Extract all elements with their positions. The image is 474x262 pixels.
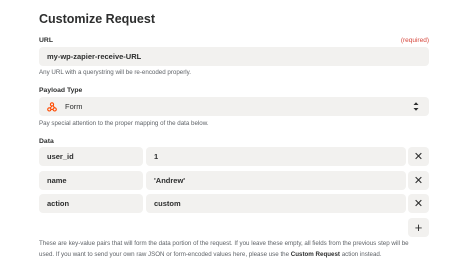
data-value-text: custom xyxy=(154,199,181,208)
data-value-text: 'Andrew' xyxy=(154,176,186,185)
data-help-line-1: These are key-value pairs that will form… xyxy=(39,240,409,247)
url-input-value: my-wp-zapier-receive-URL xyxy=(47,52,142,61)
data-key-input[interactable]: action xyxy=(39,194,143,213)
data-help-line-2-prefix: used. If you want to send your own raw J… xyxy=(39,251,290,258)
page-title: Customize Request xyxy=(39,12,155,26)
plus-icon: + xyxy=(414,220,423,235)
data-key-value: action xyxy=(47,199,70,208)
close-icon: ✕ xyxy=(413,151,424,163)
data-key-value: user_id xyxy=(47,152,74,161)
payload-type-help-text: Pay special attention to the proper mapp… xyxy=(39,120,209,127)
url-help-text: Any URL with a querystring will be re-en… xyxy=(39,69,192,76)
url-label: URL xyxy=(39,37,53,44)
close-icon: ✕ xyxy=(413,198,424,210)
data-value-input[interactable]: 'Andrew' xyxy=(146,171,406,190)
close-icon: ✕ xyxy=(413,175,424,187)
payload-type-label: Payload Type xyxy=(39,87,83,94)
data-value-input[interactable]: 1 xyxy=(146,147,406,166)
data-value-input[interactable]: custom xyxy=(146,194,406,213)
data-help-line-2: used. If you want to send your own raw J… xyxy=(39,249,459,260)
custom-request-text: Custom Request xyxy=(290,251,340,258)
required-indicator: (required) xyxy=(400,37,429,44)
data-help-text: These are key-value pairs that will form… xyxy=(39,238,459,260)
data-label: Data xyxy=(39,138,54,145)
payload-type-select[interactable]: Form xyxy=(39,97,429,116)
data-value-text: 1 xyxy=(154,152,159,161)
url-input[interactable]: my-wp-zapier-receive-URL xyxy=(39,47,429,66)
data-key-value: name xyxy=(47,176,67,185)
remove-row-button[interactable]: ✕ xyxy=(408,147,429,166)
remove-row-button[interactable]: ✕ xyxy=(408,194,429,213)
data-key-input[interactable]: name xyxy=(39,171,143,190)
data-key-input[interactable]: user_id xyxy=(39,147,143,166)
webhook-icon xyxy=(47,101,57,112)
add-row-button[interactable]: + xyxy=(408,218,429,237)
select-chevron-icon xyxy=(413,101,419,114)
data-help-line-2-suffix: action instead. xyxy=(341,251,382,258)
payload-type-value: Form xyxy=(65,102,83,111)
remove-row-button[interactable]: ✕ xyxy=(408,171,429,190)
